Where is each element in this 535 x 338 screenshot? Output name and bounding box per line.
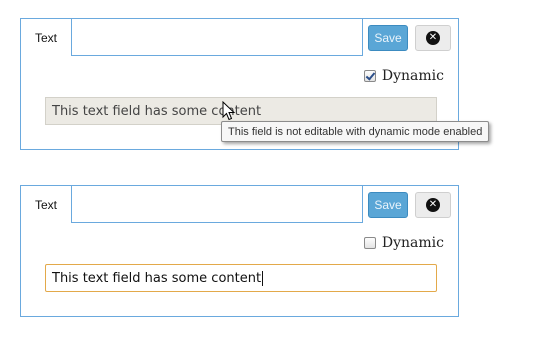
save-button[interactable]: Save	[368, 192, 408, 218]
text-field-value: This text field has some content	[52, 270, 262, 286]
action-buttons: Save ✕	[362, 186, 458, 223]
panel-header: Text Save ✕	[21, 19, 458, 56]
close-button[interactable]: ✕	[415, 25, 451, 51]
text-field-editable[interactable]: This text field has some content	[45, 264, 437, 292]
text-caret	[262, 270, 264, 286]
dynamic-checkbox[interactable]	[363, 70, 376, 82]
close-icon: ✕	[426, 198, 440, 212]
close-button[interactable]: ✕	[415, 192, 451, 218]
dynamic-label: Dynamic	[381, 235, 444, 251]
tab-text[interactable]: Text	[21, 186, 72, 223]
text-widget-panel-static: Text Save ✕ Dynamic This text field has …	[20, 185, 459, 317]
mouse-pointer-icon	[222, 101, 236, 121]
dynamic-checkbox[interactable]	[363, 237, 376, 249]
dynamic-option[interactable]: Dynamic	[363, 68, 444, 84]
panel-header: Text Save ✕	[21, 186, 458, 223]
action-buttons: Save ✕	[362, 19, 458, 56]
close-icon: ✕	[426, 31, 440, 45]
tooltip-not-editable: This field is not editable with dynamic …	[221, 121, 490, 142]
save-button[interactable]: Save	[368, 25, 408, 51]
dynamic-option[interactable]: Dynamic	[363, 235, 444, 251]
tab-text[interactable]: Text	[21, 19, 72, 56]
dynamic-label: Dynamic	[381, 68, 444, 84]
